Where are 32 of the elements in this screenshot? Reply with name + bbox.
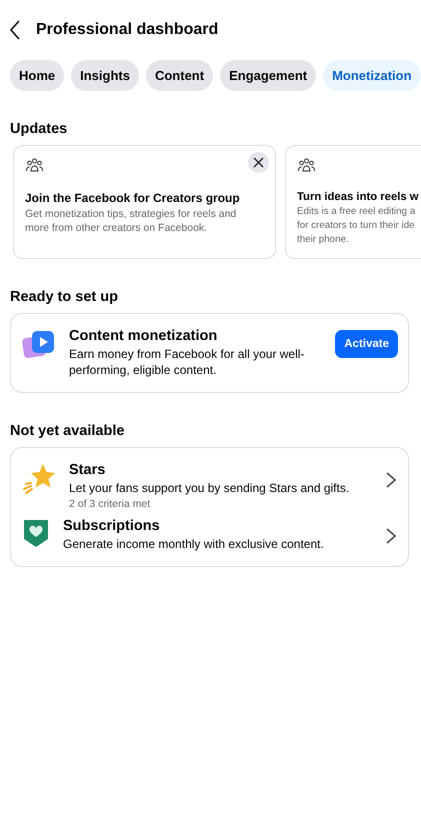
- people-icon: [25, 157, 44, 173]
- tab[interactable]: Home: [10, 60, 64, 91]
- section-heading: Updates: [9, 121, 68, 137]
- card-title: Turn ideas into reels w: [297, 191, 420, 203]
- section-heading: Ready to set up: [9, 289, 119, 305]
- tab[interactable]: Content: [146, 60, 214, 91]
- tab[interactable]: Engagement: [220, 60, 316, 91]
- tab[interactable]: Monetization: [323, 60, 421, 91]
- section-heading: Not yet available: [9, 423, 126, 439]
- chevron-button[interactable]: [384, 470, 398, 490]
- close-button[interactable]: [248, 152, 269, 173]
- activate-button[interactable]: Activate: [335, 330, 398, 358]
- tab[interactable]: Insights: [71, 60, 139, 91]
- card-description: Edits is a free reel editing a for creators to turn their ide their phone.: [297, 205, 416, 247]
- chevron-button[interactable]: [384, 526, 398, 546]
- update-card[interactable]: Turn ideas into reels w Edits is a free reel editing a for creators to turn their ide their phone.: [285, 145, 421, 259]
- page-title: Professional dashboard: [36, 21, 218, 39]
- card-title: Join the Facebook for Creators group: [25, 191, 241, 205]
- heart-badge-icon: [21, 518, 51, 548]
- item-description: Earn money from Facebook for all your well-performing, eligible content.: [69, 346, 306, 378]
- item-title: Content monetization: [69, 328, 218, 344]
- item-title: Subscriptions: [63, 518, 161, 534]
- back-button[interactable]: [8, 19, 22, 41]
- item-description: Generate income monthly with exclusive content.: [63, 536, 325, 552]
- close-icon: [253, 157, 264, 168]
- star-icon: [21, 462, 57, 496]
- card-description: Get monetization tips, strategies for reels and more from other creators on Facebook.: [25, 207, 238, 235]
- update-card[interactable]: Join the Facebook for Creators group Get monetization tips, strategies for reels and more from other creators on Facebook.: [13, 145, 276, 259]
- item-title: Stars: [69, 462, 106, 478]
- people-icon: [297, 157, 316, 173]
- criteria-note: 2 of 3 criteria met: [69, 498, 152, 510]
- item-description: Let your fans support you by sending Stars and gifts.: [69, 480, 350, 496]
